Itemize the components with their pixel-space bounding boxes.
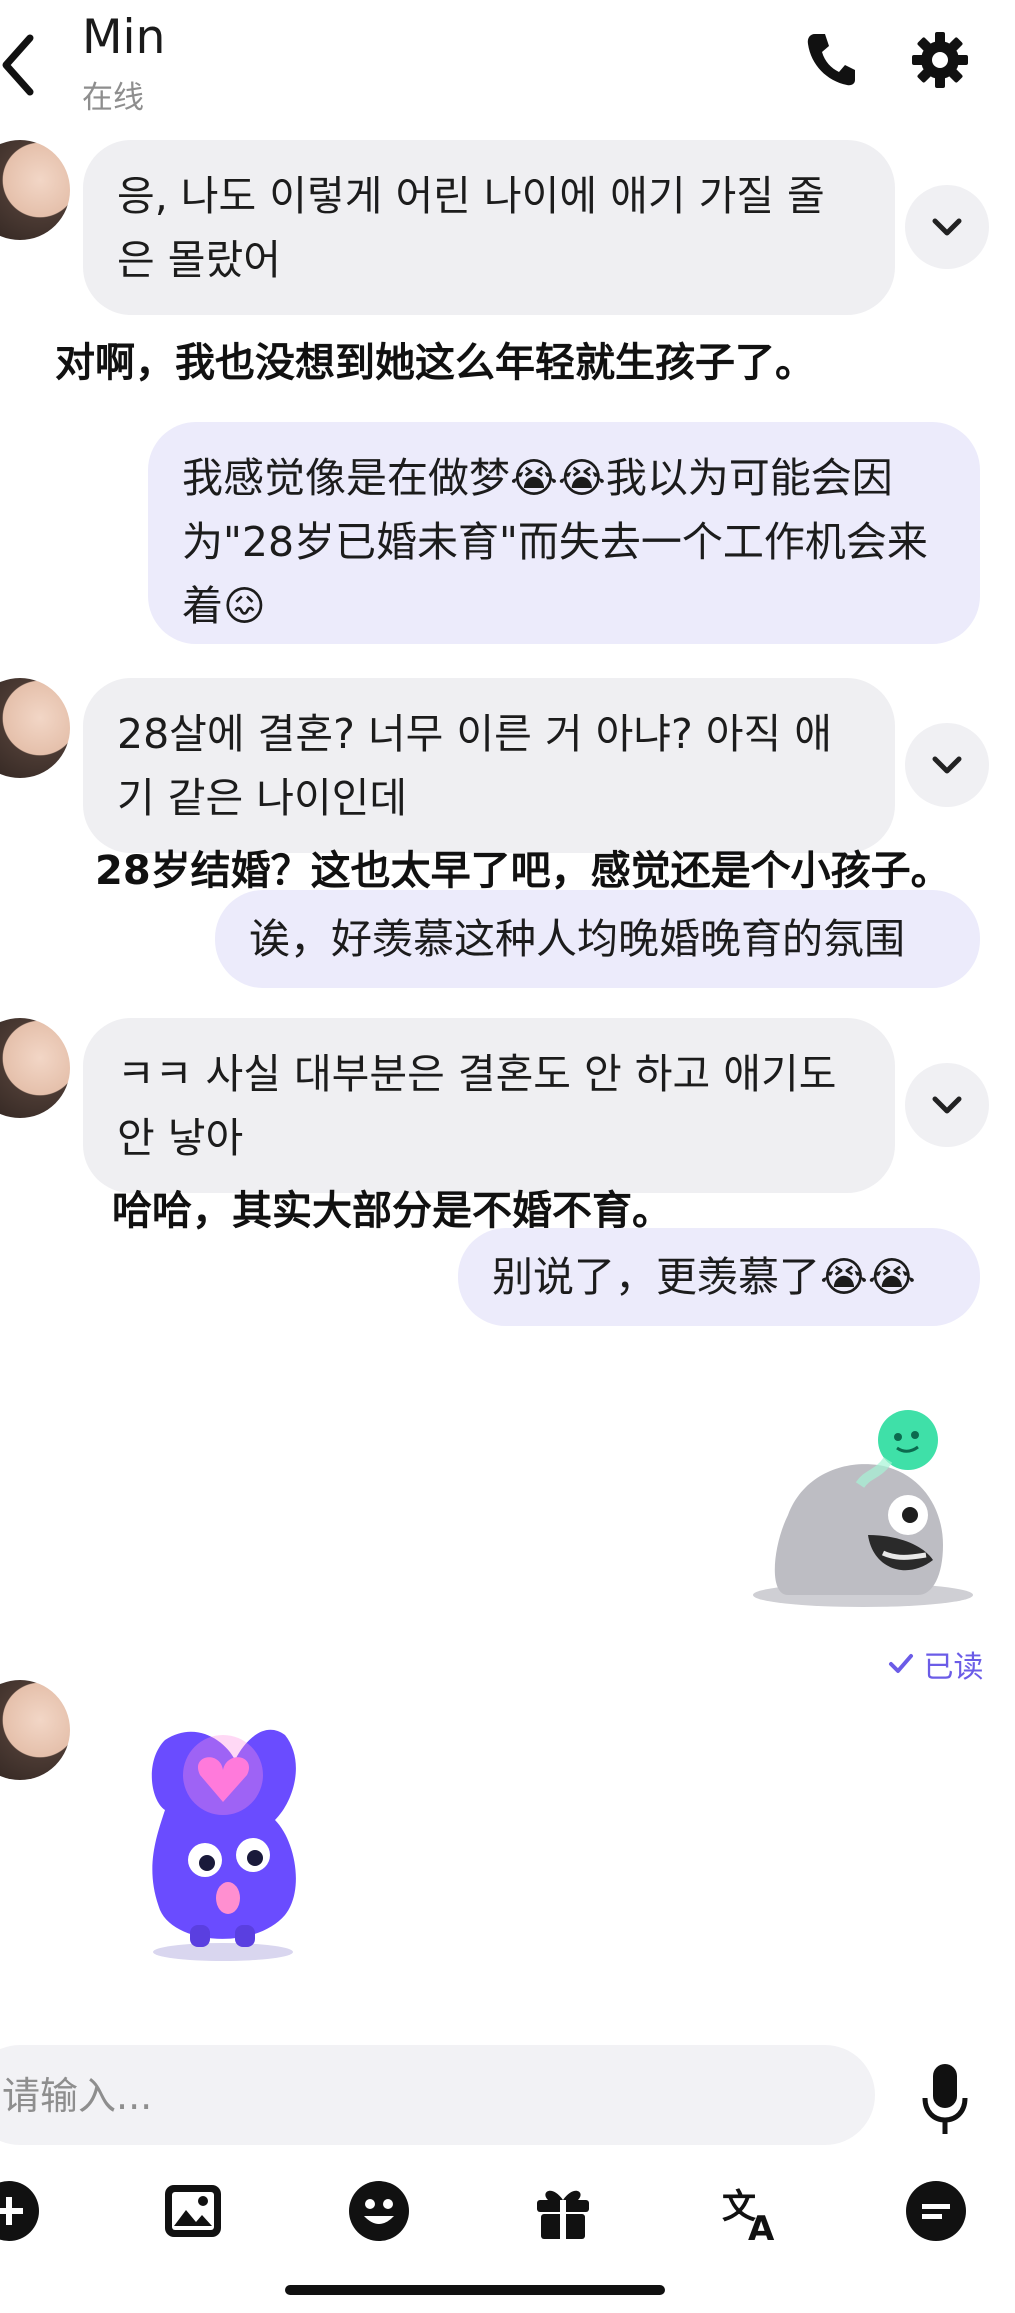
contact-status: 在线 xyxy=(82,80,144,116)
add-attachment-button[interactable] xyxy=(0,2180,40,2242)
avatar[interactable] xyxy=(0,1680,70,1780)
chevron-down-icon xyxy=(932,756,962,774)
sent-message-bubble[interactable]: 别说了，更羡慕了😭😭 xyxy=(458,1228,980,1326)
ghost-sticker-image xyxy=(753,1410,973,1607)
ghost-sticker[interactable] xyxy=(748,1395,978,1625)
emoji-icon xyxy=(349,2181,409,2241)
image-picker-button[interactable] xyxy=(162,2180,224,2242)
avatar[interactable] xyxy=(0,140,70,240)
check-icon xyxy=(888,1650,914,1685)
back-button[interactable] xyxy=(0,30,40,100)
chevron-down-icon xyxy=(932,1096,962,1114)
more-options-button[interactable] xyxy=(905,2180,967,2242)
avatar[interactable] xyxy=(0,678,70,778)
plus-icon xyxy=(0,2181,39,2241)
more-icon xyxy=(906,2181,966,2241)
message-input[interactable] xyxy=(0,2045,844,2147)
chevron-left-icon xyxy=(2,34,34,96)
image-icon xyxy=(165,2185,221,2237)
contact-name: Min xyxy=(82,10,166,65)
heart-creature-sticker-image xyxy=(151,1729,296,1961)
home-indicator[interactable] xyxy=(285,2285,665,2295)
sent-message-bubble[interactable]: 我感觉像是在做梦😭😭我以为可能会因为"28岁已婚未育"而失去一个工作机会来着😖 xyxy=(148,422,980,644)
sent-message-bubble[interactable]: 诶，好羡慕这种人均晚婚晚育的氛围 xyxy=(215,890,980,988)
read-status-text: 已读 xyxy=(923,1650,984,1685)
received-message-bubble[interactable]: 28살에 결혼? 너무 이른 거 아냐? 아직 애기 같은 나이인데 xyxy=(83,678,895,853)
received-message-bubble[interactable]: 응, 나도 이렇게 어린 나이에 애기 가질 줄은 몰랐어 xyxy=(83,140,895,315)
gift-icon xyxy=(537,2190,589,2239)
settings-button[interactable] xyxy=(910,30,970,90)
translate-icon: 文 A xyxy=(722,2187,775,2242)
translate-button[interactable]: 文 A xyxy=(720,2180,782,2242)
gear-icon xyxy=(912,32,968,88)
svg-text:A: A xyxy=(748,2209,775,2242)
emoji-picker-button[interactable] xyxy=(348,2180,410,2242)
phone-icon xyxy=(807,34,855,86)
received-message-bubble[interactable]: ㅋㅋ 사실 대부분은 결혼도 안 하고 애기도 안 낳아 xyxy=(83,1018,895,1193)
chevron-down-icon xyxy=(932,218,962,236)
microphone-icon xyxy=(922,2064,968,2134)
message-input-bar[interactable] xyxy=(0,2045,875,2147)
gift-button[interactable] xyxy=(532,2180,594,2242)
expand-translation-button[interactable] xyxy=(905,185,989,269)
translation-caption: 对啊，我也没想到她这么年轻就生孩子了。 xyxy=(55,340,815,386)
call-button[interactable] xyxy=(805,30,857,88)
voice-input-button[interactable] xyxy=(920,2060,970,2140)
heart-creature-sticker[interactable] xyxy=(135,1720,310,1965)
read-receipt: 已读 xyxy=(888,1642,984,1686)
expand-translation-button[interactable] xyxy=(905,723,989,807)
expand-translation-button[interactable] xyxy=(905,1063,989,1147)
translation-caption: 28岁结婚？这也太早了吧，感觉还是个小孩子。 xyxy=(95,848,951,894)
avatar[interactable] xyxy=(0,1018,70,1118)
